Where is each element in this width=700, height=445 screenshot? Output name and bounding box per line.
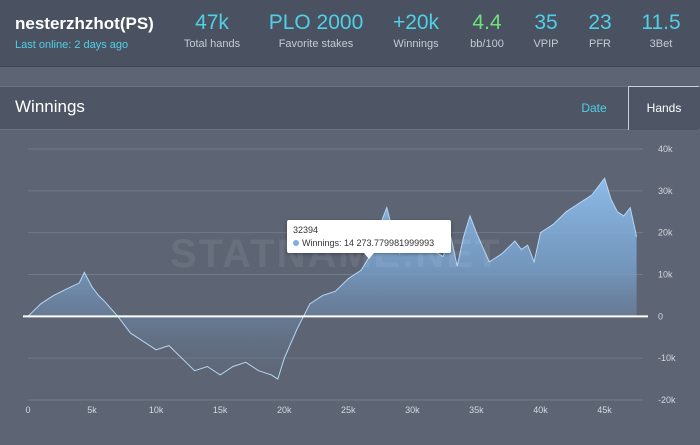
y-tick-label: 0 bbox=[658, 311, 663, 321]
stat-favorite-stakes: PLO 2000 Favorite stakes bbox=[266, 10, 366, 51]
x-tick-label: 40k bbox=[533, 405, 548, 415]
x-tick-label: 35k bbox=[469, 405, 484, 415]
tooltip-series-row: Winnings: 14 273.779981999993 bbox=[293, 238, 434, 248]
tooltip-x-value: 32394 bbox=[293, 225, 319, 235]
tooltip-value: Winnings: 14 273.779981999993 bbox=[302, 238, 435, 248]
x-tick-label: 25k bbox=[341, 405, 356, 415]
stat-vpip: 35 VPIP bbox=[526, 10, 566, 51]
x-tick-label: 15k bbox=[213, 405, 228, 415]
y-tick-label: -10k bbox=[658, 353, 676, 363]
stat-label: bb/100 bbox=[470, 38, 504, 50]
stat-label: VPIP bbox=[533, 38, 559, 50]
series-area-fill bbox=[28, 178, 637, 380]
stat-value: PLO 2000 bbox=[268, 11, 364, 34]
x-tick-label: 10k bbox=[149, 405, 164, 415]
stat-3bet: 11.5 3Bet bbox=[636, 10, 686, 51]
y-tick-label: 30k bbox=[658, 186, 673, 196]
x-tick-label: 0 bbox=[25, 405, 30, 415]
stat-value: 11.5 bbox=[641, 11, 681, 34]
y-tick-label: 10k bbox=[658, 270, 673, 280]
chart-tooltip: 32394 Winnings: 14 273.779981999993 bbox=[287, 220, 451, 253]
stat-winnings: +20k Winnings bbox=[386, 10, 446, 51]
stat-label: PFR bbox=[589, 38, 611, 50]
tab-hands[interactable]: Hands bbox=[628, 86, 699, 130]
stat-value: 23 bbox=[588, 11, 612, 34]
stat-pfr: 23 PFR bbox=[580, 10, 620, 51]
stat-value: +20k bbox=[392, 11, 440, 34]
x-tick-label: 5k bbox=[87, 405, 97, 415]
x-tick-label: 30k bbox=[405, 405, 420, 415]
tab-date[interactable]: Date bbox=[570, 87, 618, 129]
stat-value: 4.4 bbox=[472, 11, 502, 34]
winnings-panel-header: Winnings Date Hands bbox=[0, 86, 700, 130]
stat-value: 47k bbox=[195, 11, 229, 34]
stat-label: Winnings bbox=[393, 38, 439, 50]
player-header: nesterzhzhot(PS) Last online: 2 days ago… bbox=[0, 0, 700, 67]
stat-value: 35 bbox=[534, 11, 558, 34]
chart-series-area bbox=[27, 177, 638, 380]
stat-label: 3Bet bbox=[649, 38, 673, 50]
y-tick-label: 40k bbox=[658, 144, 673, 154]
stat-label: Total hands bbox=[183, 38, 241, 50]
tooltip-pointer bbox=[364, 253, 374, 259]
stat-total-hands: 47k Total hands bbox=[182, 10, 242, 51]
last-online-status: Last online: 2 days ago bbox=[15, 39, 129, 51]
series-dot-icon bbox=[293, 240, 299, 246]
player-name: nesterzhzhot(PS) bbox=[15, 14, 154, 33]
x-tick-label: 20k bbox=[277, 405, 292, 415]
x-tick-label: 45k bbox=[597, 405, 612, 415]
y-tick-label: 20k bbox=[658, 228, 673, 238]
stat-label: Favorite stakes bbox=[278, 38, 354, 50]
panel-title: Winnings bbox=[15, 97, 85, 116]
y-tick-label: -20k bbox=[658, 395, 676, 405]
stat-bb-per-100: 4.4 bb/100 bbox=[462, 10, 512, 51]
